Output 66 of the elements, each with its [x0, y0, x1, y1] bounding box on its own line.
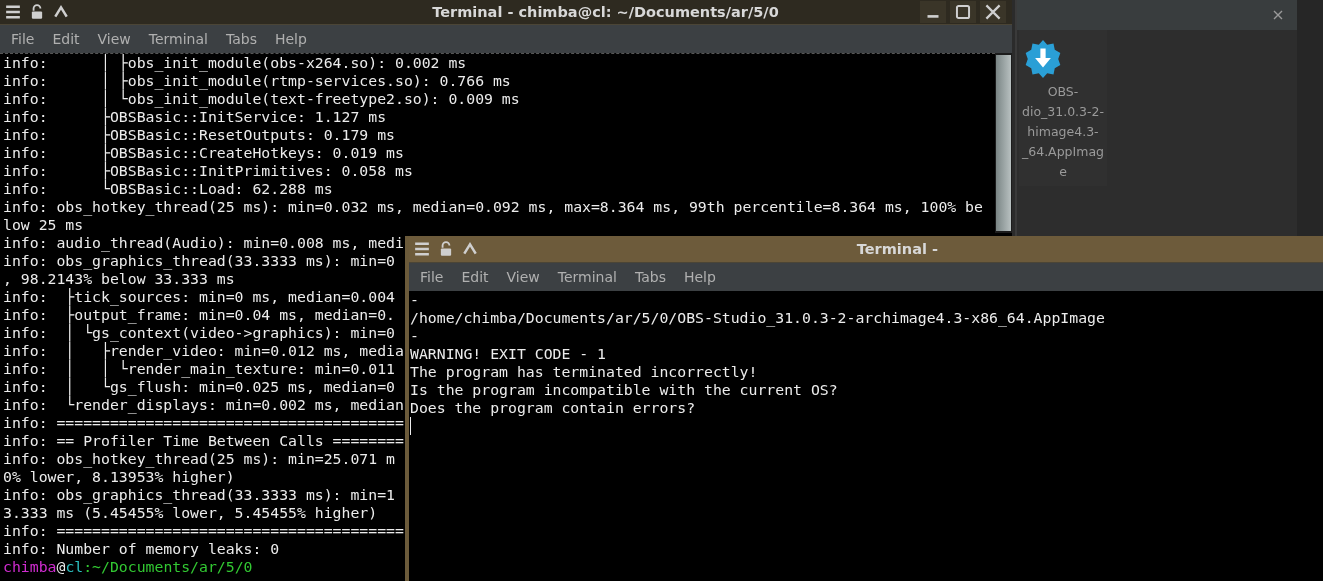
menu-item[interactable]: Terminal: [548, 269, 626, 285]
output-line: info: =======================================: [3, 522, 404, 540]
output-line: /home/chimba/Documents/ar/5/0/OBS-Studio_31.0.3-2-archimage4.3-x86_64.AppImage: [410, 309, 1105, 327]
output-line: 3.333 ms (5.45455% lower, 5.45455% higher): [3, 504, 378, 522]
minimize-icon[interactable]: [920, 1, 946, 23]
output-line: info: │ └gs_context(video->graphics): min=0: [3, 324, 395, 342]
output-line: info: audio_thread(Audio): min=0.008 ms, medi: [3, 234, 404, 252]
output-line: 0% lower, 8.13953% higher): [3, 468, 235, 486]
output-line: info: obs_graphics_thread(33.3333 ms): min=0: [3, 252, 395, 270]
output-line: info: └OBSBasic::Load: 62.288 ms: [3, 180, 333, 198]
output-line: info: │ ├render_video: min=0.012 ms, media: [3, 342, 404, 360]
window-title: Terminal -: [856, 241, 939, 257]
output-line: info: ├OBSBasic::CreateHotkeys: 0.019 ms: [3, 144, 404, 162]
menu-item[interactable]: Edit: [43, 31, 89, 47]
output-line: info: obs_hotkey_thread(25 ms): min=25.071 m: [3, 450, 395, 468]
close-icon[interactable]: [1273, 10, 1283, 20]
output-line: info: ├tick_sources: min=0 ms, median=0.004: [3, 288, 395, 306]
menu-item[interactable]: File: [411, 269, 453, 285]
menu-item[interactable]: View: [88, 31, 140, 47]
menu-item[interactable]: Terminal: [139, 31, 217, 47]
output-line: info: ├OBSBasic::InitService: 1.127 ms: [3, 108, 387, 126]
menu-item[interactable]: Edit: [452, 269, 498, 285]
output-line: info: Number of memory leaks: 0: [3, 540, 280, 558]
output-line: info: ├output_frame: min=0.04 ms, median=0.: [3, 306, 395, 324]
shell-prompt: chimba@cl:~/Documents/ar/5/0: [3, 558, 253, 576]
caret-up-icon[interactable]: [462, 241, 478, 257]
output-line: Is the program incompatible with the current OS?: [410, 381, 838, 399]
text-cursor: [410, 417, 411, 435]
menu-item[interactable]: View: [497, 269, 549, 285]
file-name-label: OBS-: [1047, 83, 1079, 101]
output-line: The program has terminated incorrectly!: [410, 363, 758, 381]
output-line: info: │ │ └render_main_texture: min=0.011: [3, 360, 395, 378]
menu-item[interactable]: Tabs: [625, 269, 675, 285]
menu-icon[interactable]: [5, 4, 21, 20]
maximize-icon[interactable]: [950, 1, 976, 23]
output-line: info: │ └obs_init_module(text-freetype2.so): 0.009 ms: [3, 90, 520, 108]
output-line: WARNING! EXIT CODE - 1: [410, 345, 606, 363]
file-name-label: dio_31.0.3-2-: [1021, 103, 1104, 121]
output-line: info: == Profiler Time Between Calls ========: [3, 432, 404, 450]
menu-item[interactable]: Help: [674, 269, 725, 285]
output-line: info: ├OBSBasic::InitPrimitives: 0.058 ms: [3, 162, 413, 180]
output-line: Does the program contain errors?: [410, 399, 696, 417]
window-title: Terminal - chimba@cl: ~/Documents/ar/5/0: [431, 4, 780, 20]
file-name-label: himage4.3-: [1027, 123, 1099, 141]
output-line: -: [410, 327, 419, 345]
output-line: info: │ ├obs_init_module(rtmp-services.so): 0.766 ms: [3, 72, 511, 90]
file-name-label: _64.AppImag: [1022, 143, 1104, 161]
menu-item[interactable]: Tabs: [216, 31, 266, 47]
menu-icon[interactable]: [414, 241, 430, 257]
file-name-label: e: [1059, 163, 1067, 181]
close-icon[interactable]: [980, 1, 1006, 23]
output-line: info: │ └gs_flush: min=0.025 ms, median=0: [3, 378, 395, 396]
output-line: low 25 ms: [3, 216, 84, 234]
output-line: info: │ ├obs_init_module(obs-x264.so): 0.002 ms: [3, 54, 467, 72]
output-line: info: └render_displays: min=0.002 ms, median: [3, 396, 404, 414]
output-line: info: =======================================: [3, 414, 404, 432]
output-line: info: ├OBSBasic::ResetOutputs: 0.179 ms: [3, 126, 395, 144]
output-line: -: [410, 291, 419, 309]
caret-up-icon[interactable]: [53, 4, 69, 20]
menu-item[interactable]: File: [2, 31, 44, 47]
menu-item[interactable]: Help: [265, 31, 316, 47]
output-line: , 98.2143% below 33.333 ms: [3, 270, 235, 288]
padlock-icon[interactable]: [438, 241, 454, 257]
output-line: info: obs_hotkey_thread(25 ms): min=0.032 ms, median=0.092 ms, max=8.364 ms, 99th percentile=8.364 ms, 100% be: [3, 198, 983, 216]
output-line: info: obs_graphics_thread(33.3333 ms): min=1: [3, 486, 395, 504]
padlock-icon[interactable]: [29, 4, 45, 20]
